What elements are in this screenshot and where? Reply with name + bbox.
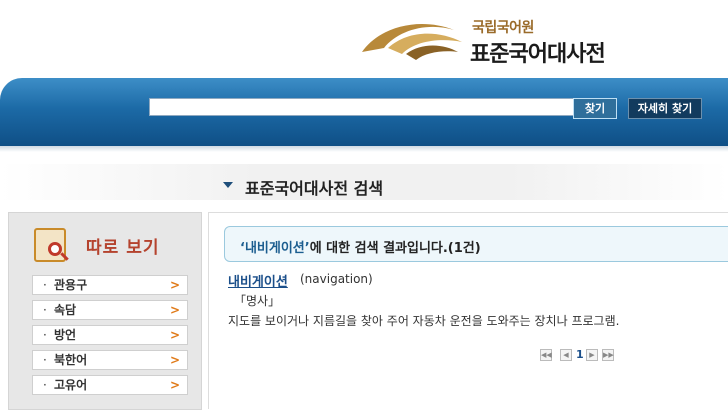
entry-headword-link[interactable]: 내비게이션 (228, 271, 288, 290)
entry-origin: (navigation) (300, 272, 373, 286)
entry-definition: 지도를 보이거나 지름길을 찾아 주어 자동차 운전을 도와주는 장치나 프로그… (228, 314, 620, 328)
advanced-search-button[interactable]: 자세히 찾기 (628, 98, 702, 119)
sidebar-item-dialect[interactable]: · 방언 > (32, 325, 188, 345)
chevron-right-icon: > (169, 303, 180, 317)
search-input[interactable] (149, 98, 575, 116)
sidebar-item-proverbs[interactable]: · 속담 > (32, 300, 188, 320)
chevron-right-icon: > (169, 353, 180, 367)
page-title: 표준국어대사전 검색 (245, 179, 384, 198)
triangle-down-icon (223, 182, 233, 188)
search-banner: 찾기 자세히 찾기 (0, 78, 728, 152)
next-page-button[interactable]: ▶ (586, 349, 598, 361)
bullet: · (43, 278, 47, 292)
current-page-number[interactable]: 1 (576, 348, 584, 361)
bullet: · (43, 303, 47, 317)
bullet: · (43, 328, 47, 342)
sidebar-item-native-words[interactable]: · 고유어 > (32, 375, 188, 395)
result-summary: ‘내비게이션’에 대한 검색 결과입니다.(1건) (240, 237, 481, 256)
search-query: ‘내비게이션’ (240, 241, 310, 256)
logo-swirl-icon (362, 24, 462, 60)
bullet: · (43, 353, 47, 367)
dictionary-name: 표준국어대사전 (470, 42, 606, 67)
bullet: · (43, 378, 47, 392)
organization-name: 국립국어원 (472, 20, 534, 36)
sidebar-item-label: 관용구 (54, 278, 88, 292)
sidebar-item-idioms[interactable]: · 관용구 > (32, 275, 188, 295)
magnifier-book-icon (34, 228, 69, 262)
chevron-right-icon: > (169, 278, 180, 292)
first-page-button[interactable]: ◀◀ (540, 349, 552, 361)
sidebar-item-label: 방언 (54, 328, 77, 342)
site-logo[interactable]: 국립국어원 표준국어대사전 (358, 8, 638, 72)
entry-part-of-speech: 「명사」 (234, 294, 281, 308)
sidebar-title: 따로 보기 (86, 238, 160, 258)
chevron-right-icon: > (169, 328, 180, 342)
result-count-text: 에 대한 검색 결과입니다.(1건) (309, 241, 481, 256)
last-page-button[interactable]: ▶▶ (602, 349, 614, 361)
sidebar-item-label: 북한어 (54, 353, 88, 367)
sidebar-item-label: 고유어 (54, 378, 88, 392)
search-button[interactable]: 찾기 (573, 98, 617, 119)
chevron-right-icon: > (169, 378, 180, 392)
sidebar-item-north-korean[interactable]: · 북한어 > (32, 350, 188, 370)
prev-page-button[interactable]: ◀ (560, 349, 572, 361)
sidebar-item-label: 속담 (54, 303, 77, 317)
